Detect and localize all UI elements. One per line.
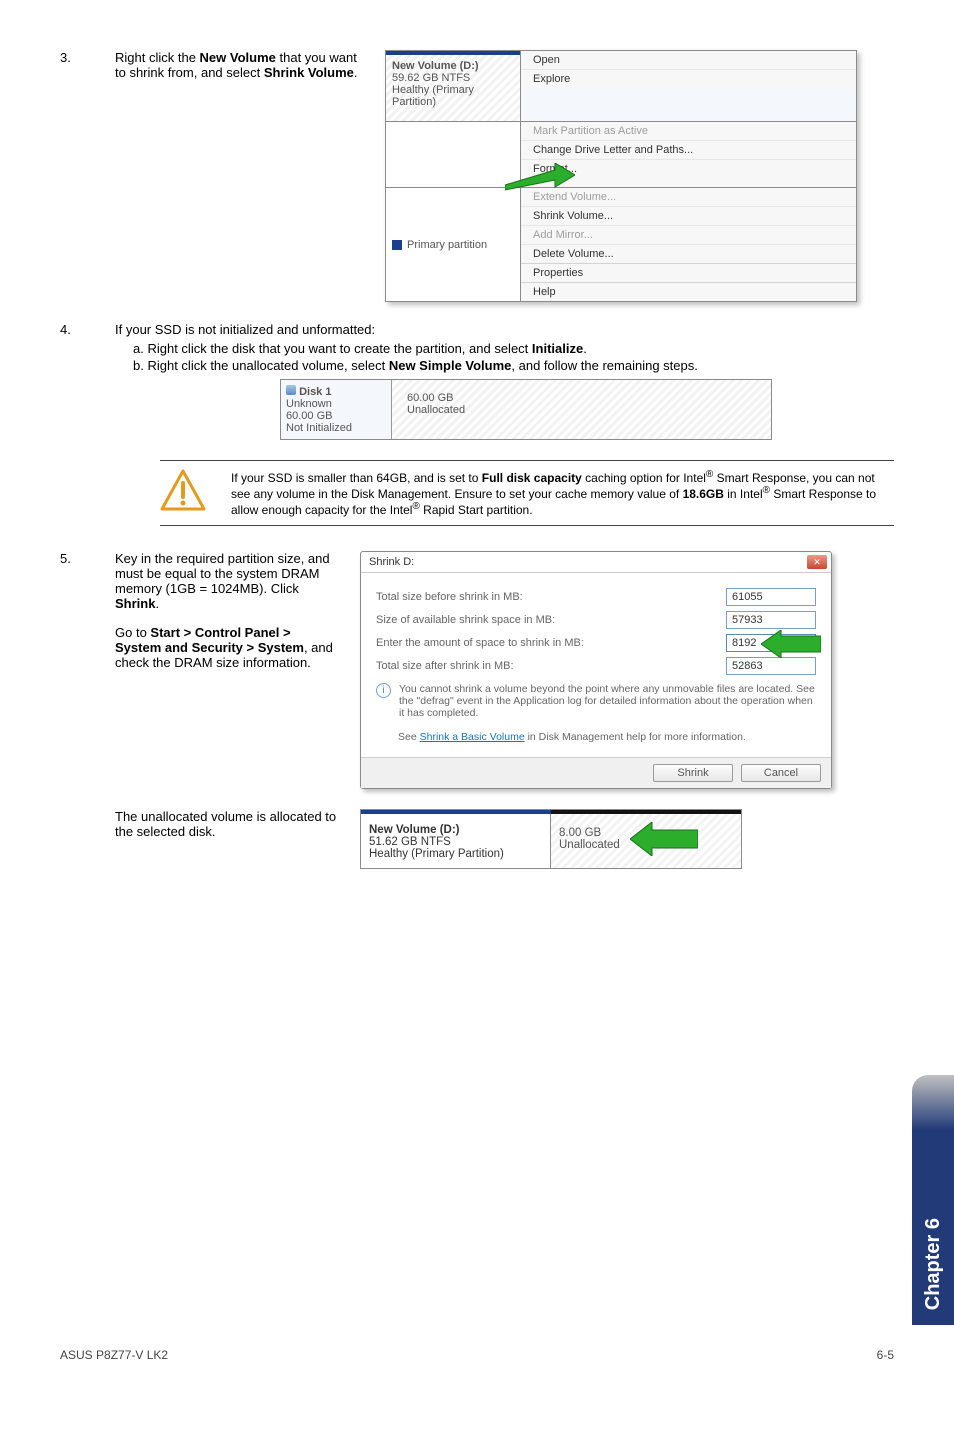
blank-area (386, 122, 521, 187)
footer-product: ASUS P8Z77-V LK2 (60, 1348, 168, 1362)
step3-text: Right click the New Volume that you want… (115, 50, 365, 302)
allocated-screenshot: New Volume (D:) 51.62 GB NTFS Healthy (P… (360, 809, 742, 869)
ctx-shrink[interactable]: Shrink Volume... (521, 206, 856, 225)
callout-arrow-icon (505, 163, 575, 193)
ctx-properties[interactable]: Properties (521, 263, 856, 282)
warning-text: If your SSD is smaller than 64GB, and is… (231, 469, 894, 517)
disk1-screenshot: Disk 1 Unknown 60.00 GB Not Initialized … (280, 379, 772, 440)
value-total-before: 61055 (726, 588, 816, 606)
warning-icon (160, 469, 206, 511)
step-number: 4. (60, 322, 115, 337)
footer-page: 6-5 (877, 1348, 894, 1362)
step-number: 3. (60, 50, 115, 65)
step4a: a. Right click the disk that you want to… (133, 341, 894, 356)
step4-intro: If your SSD is not initialized and unfor… (115, 322, 894, 337)
value-available: 57933 (726, 611, 816, 629)
volume-cell: New Volume (D:) 59.62 GB NTFS Healthy (P… (386, 51, 521, 121)
chapter-tab: Chapter 6 (912, 1075, 954, 1325)
ctx-explore[interactable]: Explore (521, 69, 856, 88)
callout-arrow-icon (761, 630, 821, 658)
allocated-text: The unallocated volume is allocated to t… (115, 809, 340, 869)
dialog-info-text: You cannot shrink a volume beyond the po… (399, 683, 816, 719)
dialog-see-line: See Shrink a Basic Volume in Disk Manage… (398, 731, 816, 743)
step4b: b. Right click the unallocated volume, s… (133, 358, 894, 373)
ctx-add-mirror: Add Mirror... (521, 225, 856, 244)
ctx-change-letter[interactable]: Change Drive Letter and Paths... (521, 140, 856, 159)
alloc-size: 8.00 GB (559, 827, 601, 839)
label-total-before: Total size before shrink in MB: (376, 591, 523, 603)
shrink-dialog: Shrink D: ✕ Total size before shrink in … (360, 551, 832, 789)
step5-p1: Key in the required partition size, and … (115, 551, 340, 611)
ctx-help[interactable]: Help (521, 282, 856, 301)
primary-partition-legend: Primary partition (386, 188, 521, 301)
value-total-after: 52863 (726, 657, 816, 675)
close-icon[interactable]: ✕ (807, 555, 827, 569)
alloc-vol-name: New Volume (D:) (369, 824, 460, 836)
dialog-title: Shrink D: (369, 556, 414, 568)
warning-callout: If your SSD is smaller than 64GB, and is… (160, 460, 894, 526)
shrink-button[interactable]: Shrink (653, 764, 733, 782)
ctx-mark-active: Mark Partition as Active (521, 122, 856, 140)
help-link[interactable]: Shrink a Basic Volume (420, 731, 525, 743)
disk-management-screenshot: New Volume (D:) 59.62 GB NTFS Healthy (P… (385, 50, 857, 302)
step-number: 5. (60, 551, 115, 566)
label-enter-amount: Enter the amount of space to shrink in M… (376, 637, 584, 649)
step5-p2: Go to Start > Control Panel > System and… (115, 625, 340, 670)
context-menu: Open Explore (521, 51, 856, 88)
info-icon: i (376, 683, 391, 698)
label-total-after: Total size after shrink in MB: (376, 660, 514, 672)
alloc-status: Unallocated (559, 839, 620, 851)
callout-arrow-icon (630, 822, 698, 856)
cancel-button[interactable]: Cancel (741, 764, 821, 782)
ctx-open[interactable]: Open (521, 51, 856, 69)
ctx-delete[interactable]: Delete Volume... (521, 244, 856, 263)
disk1-title: Disk 1 (299, 386, 331, 398)
label-available: Size of available shrink space in MB: (376, 614, 555, 626)
